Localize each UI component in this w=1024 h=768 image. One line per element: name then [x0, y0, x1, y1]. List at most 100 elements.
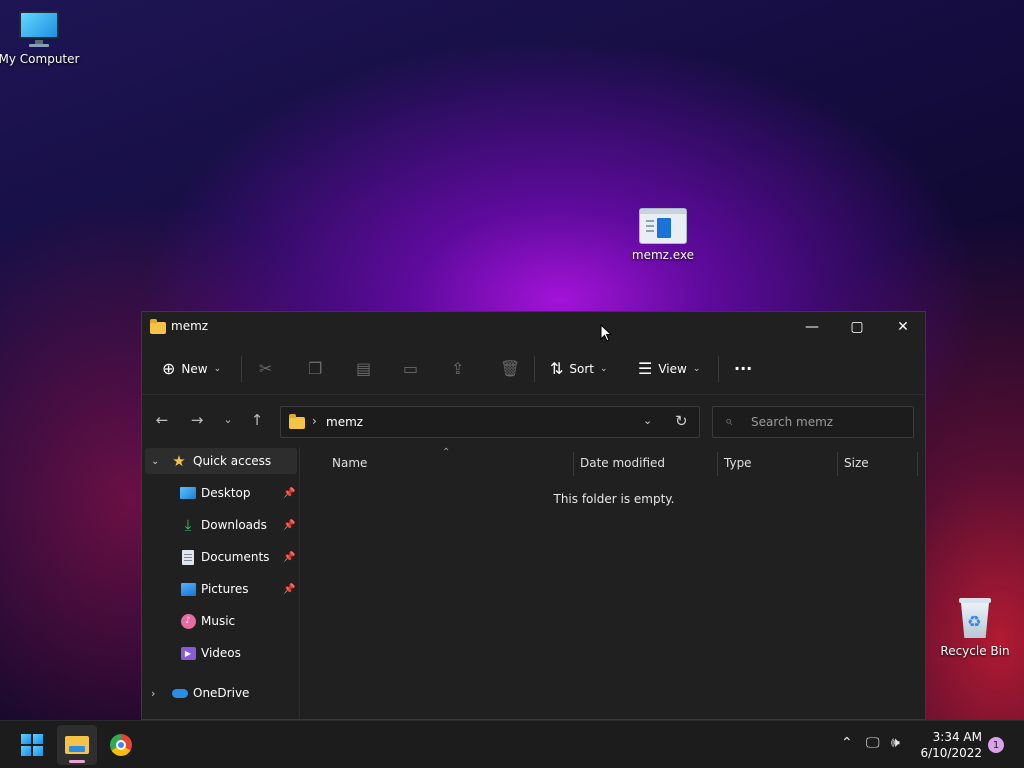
sort-button-label: Sort [569, 361, 595, 376]
file-list[interactable]: ⌃ Name Date modified Type Size This fold… [301, 447, 925, 719]
close-button[interactable]: ✕ [880, 312, 925, 342]
minimize-button[interactable]: — [789, 312, 835, 342]
navigation-pane: ⌄ ★ Quick access Desktop 📌 ⤓ Downloads 📌… [142, 447, 300, 719]
nav-item-desktop[interactable]: Desktop 📌 [145, 480, 297, 506]
rename-button[interactable]: ▭ [403, 342, 418, 395]
folder-icon [289, 414, 305, 429]
nav-item-pictures[interactable]: Pictures 📌 [145, 576, 297, 602]
view-lines-icon: ☰ [638, 359, 653, 378]
nav-item-label: Pictures [201, 582, 249, 596]
up-arrow-icon[interactable]: ↑ [247, 411, 267, 429]
share-icon: ⇪ [451, 359, 465, 378]
sort-ascending-icon: ⌃ [442, 447, 451, 458]
nav-item-onedrive[interactable]: › OneDrive [145, 680, 297, 706]
desktop-icon-recycle-bin[interactable]: ♻ Recycle Bin [933, 596, 1017, 658]
chevron-down-icon[interactable]: ⌄ [151, 456, 159, 467]
nav-item-music[interactable]: ♪ Music [145, 608, 297, 634]
sort-arrows-icon: ⇅ [550, 359, 564, 378]
chevron-down-icon: ⌄ [600, 363, 608, 374]
chevron-right-icon[interactable]: › [151, 687, 155, 700]
new-button-label: New [181, 361, 208, 376]
windows-logo-icon [21, 734, 43, 756]
folder-icon [150, 319, 166, 334]
taskbar: ⌃ 🖵 🕪 3:34 AM 6/10/2022 1 [0, 720, 1024, 768]
clock[interactable]: 3:34 AM 6/10/2022 [912, 729, 982, 761]
forward-arrow-icon[interactable]: → [187, 411, 207, 429]
desktop-icon-label: My Computer [0, 52, 80, 66]
nav-item-videos[interactable]: ▶ Videos [145, 640, 297, 666]
taskbar-chrome[interactable] [101, 725, 141, 765]
clock-date: 6/10/2022 [920, 746, 982, 760]
recent-locations-chevron-icon[interactable]: ⌄ [218, 413, 238, 426]
column-header-type[interactable]: Type [724, 447, 752, 479]
view-button-label: View [658, 361, 687, 376]
pin-icon: 📌 [283, 551, 296, 563]
empty-folder-message: This folder is empty. [553, 492, 675, 506]
trash-icon: 🗑 [500, 359, 521, 378]
column-header-name[interactable]: Name [332, 447, 367, 479]
pin-icon: 📌 [283, 487, 296, 499]
copy-button[interactable]: ❐ [308, 342, 322, 395]
nav-item-downloads[interactable]: ⤓ Downloads 📌 [145, 512, 297, 538]
search-input[interactable] [751, 413, 901, 431]
more-options-button[interactable]: ··· [734, 342, 752, 395]
desktop-icon-my-computer[interactable]: My Computer [0, 10, 81, 66]
paste-button[interactable]: ▤ [356, 342, 371, 395]
pin-icon: 📌 [283, 583, 296, 595]
clock-time: 3:34 AM [932, 730, 982, 744]
chevron-down-icon: ⌄ [692, 363, 701, 374]
taskbar-file-explorer[interactable] [57, 725, 97, 765]
document-icon [182, 549, 194, 565]
window-title: memz [171, 319, 209, 333]
start-button[interactable] [12, 725, 52, 765]
show-hidden-icons-chevron-icon[interactable]: ⌃ [841, 735, 853, 751]
active-app-indicator [69, 760, 85, 763]
search-box[interactable]: ⌕ [712, 406, 914, 438]
new-button[interactable]: ⊕ New ⌄ [162, 342, 221, 395]
nav-item-label: Music [201, 614, 236, 628]
download-icon: ⤓ [184, 516, 192, 534]
maximize-button[interactable]: ▢ [834, 312, 880, 342]
nav-item-documents[interactable]: Documents 📌 [145, 544, 297, 570]
network-icon[interactable]: 🖵 [866, 735, 880, 751]
nav-item-label: OneDrive [193, 686, 250, 700]
pin-icon: 📌 [283, 519, 296, 531]
chrome-icon [110, 734, 132, 756]
address-bar[interactable]: › memz ⌄ ↻ [280, 406, 700, 438]
cut-button[interactable]: ✂ [259, 342, 272, 395]
back-arrow-icon[interactable]: ← [152, 411, 172, 429]
recycle-bin-icon: ♻ [957, 596, 993, 640]
desktop-icon-memz-exe[interactable]: memz.exe [621, 208, 705, 262]
title-bar[interactable]: memz — ▢ ✕ [142, 312, 925, 342]
star-icon: ★ [172, 452, 186, 470]
nav-item-label: Videos [201, 646, 241, 660]
monitor-icon [17, 10, 61, 48]
delete-button[interactable]: 🗑 [500, 342, 520, 395]
exe-file-icon [639, 208, 687, 244]
breadcrumb-memz[interactable]: memz [326, 415, 363, 429]
desktop-icon-label: memz.exe [631, 248, 695, 262]
navigation-row: ← → ⌄ ↑ › memz ⌄ ↻ ⌕ [142, 395, 925, 447]
copy-icon: ❐ [308, 359, 323, 378]
sort-button[interactable]: ⇅ Sort ⌄ [550, 342, 608, 395]
chevron-down-icon[interactable]: ⌄ [643, 414, 652, 427]
pictures-icon [180, 582, 196, 596]
cloud-icon [172, 688, 188, 698]
chevron-down-icon: ⌄ [213, 363, 222, 374]
clipboard-icon: ▤ [356, 359, 372, 378]
plus-circle-icon: ⊕ [162, 359, 176, 378]
refresh-icon[interactable]: ↻ [675, 412, 688, 430]
nav-item-label: Downloads [201, 518, 267, 532]
rename-icon: ▭ [403, 359, 419, 378]
nav-item-quick-access[interactable]: ⌄ ★ Quick access [145, 448, 297, 474]
column-header-size[interactable]: Size [844, 447, 869, 479]
notification-badge[interactable]: 1 [988, 737, 1004, 753]
share-button[interactable]: ⇪ [451, 342, 464, 395]
file-explorer-window[interactable]: memz — ▢ ✕ ⊕ New ⌄ ✂ ❐ ▤ ▭ ⇪ 🗑 ⇅ Sort ⌄ … [141, 311, 926, 720]
search-icon: ⌕ [725, 414, 733, 429]
view-button[interactable]: ☰ View ⌄ [638, 342, 700, 395]
breadcrumb-separator: › [312, 414, 317, 428]
volume-icon[interactable]: 🕪 [891, 735, 900, 751]
nav-item-label: Documents [201, 550, 270, 564]
column-header-date-modified[interactable]: Date modified [580, 447, 665, 479]
